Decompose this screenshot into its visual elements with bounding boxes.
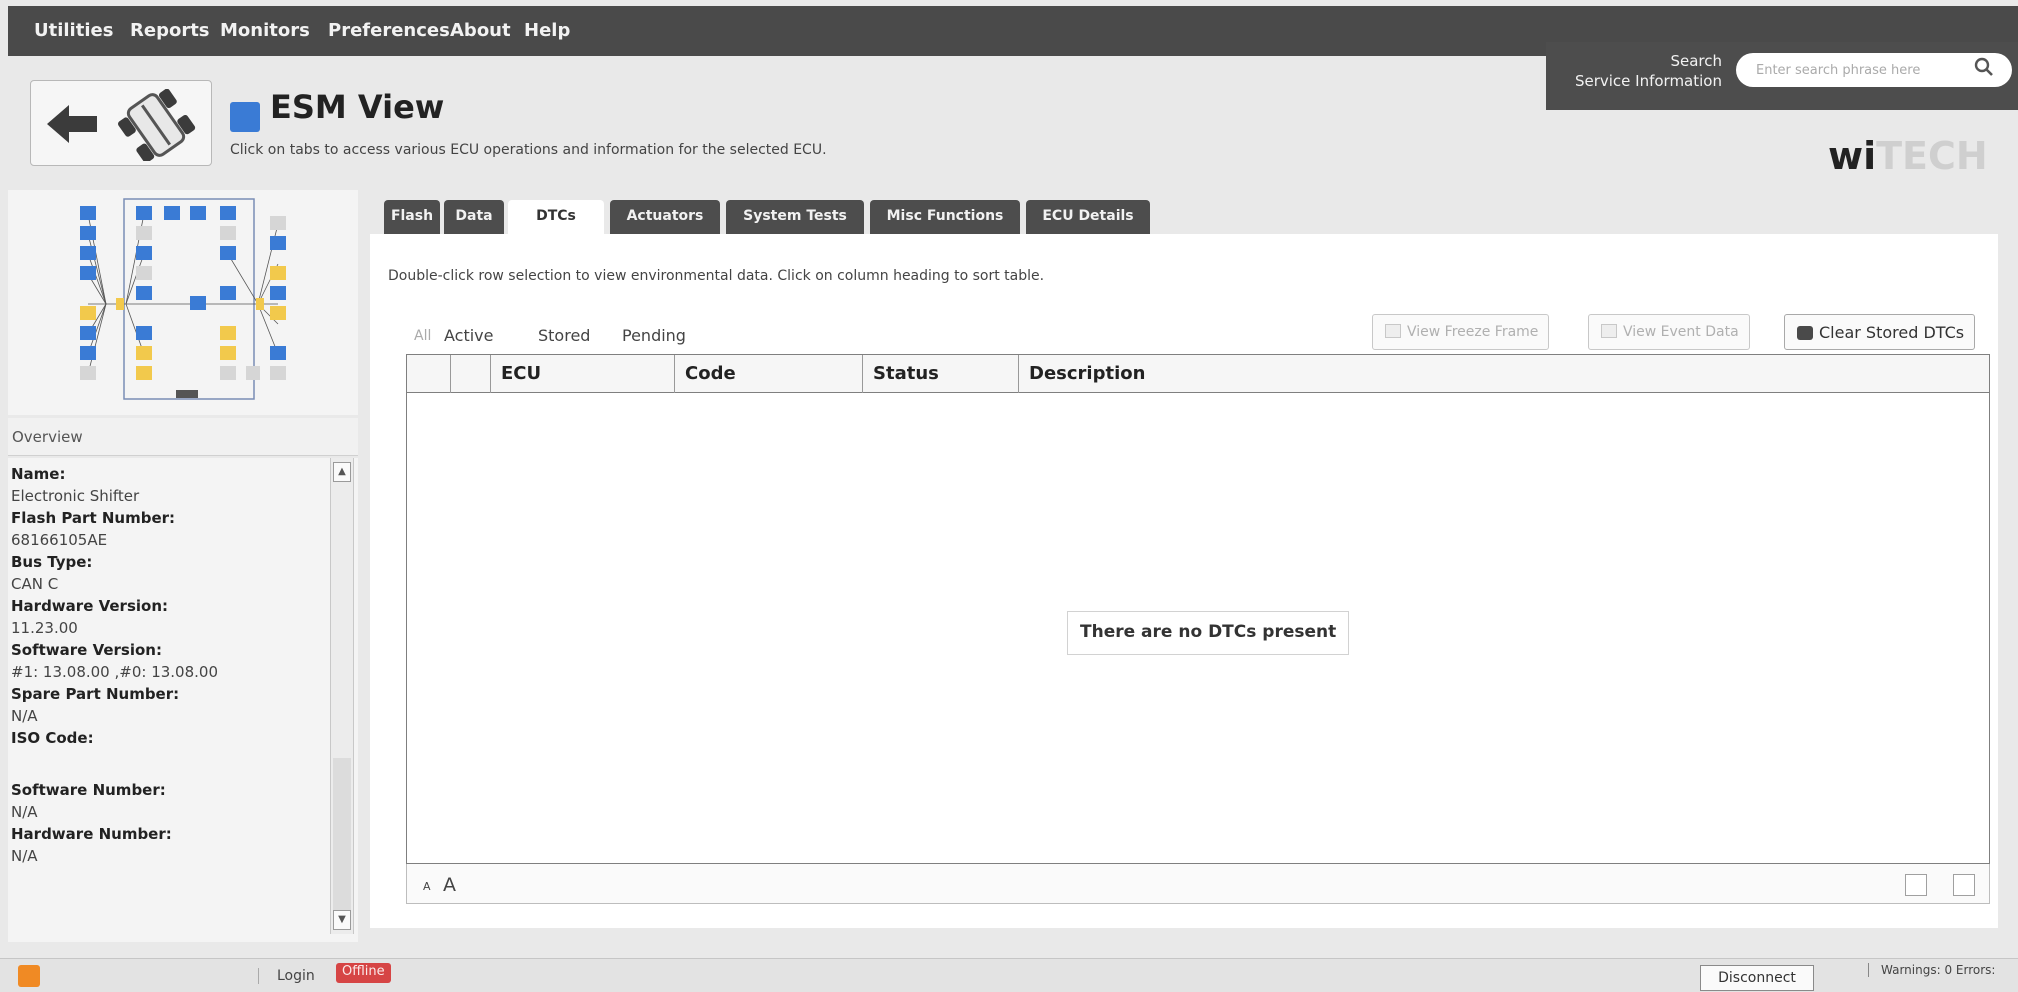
flash-part-number-value: 68166105AE [11,531,108,549]
hardware-version-value: 11.23.00 [11,619,78,637]
status-bar: Login Offline Disconnect Warnings: 0 Err… [0,958,2018,992]
tab-misc-functions[interactable]: Misc Functions [870,200,1020,234]
clear-stored-dtcs-label: Clear Stored DTCs [1819,323,1965,342]
vehicle-chassis-icon [111,88,201,165]
scroll-down-button[interactable]: ▼ [333,910,351,930]
software-version-label: Software Version: [11,641,162,659]
search-label: Search [1670,52,1722,70]
flash-part-number-label: Flash Part Number: [11,509,176,527]
software-number-value: N/A [11,803,38,821]
iso-code-label: ISO Code: [11,729,94,747]
flag-column[interactable] [451,355,491,393]
witech-logo: wiTECH [1828,134,1988,178]
column-status[interactable]: Status [863,355,1019,393]
tab-data[interactable]: Data [444,200,504,234]
filter-stored[interactable]: Stored [538,326,590,345]
hardware-number-label: Hardware Number: [11,825,172,843]
empty-table-message: There are no DTCs present [1067,611,1350,655]
search-input[interactable] [1736,53,2012,87]
tab-ecu-details[interactable]: ECU Details [1026,200,1150,234]
menu-reports[interactable]: Reports [130,20,210,41]
logo-text-tech: TECH [1876,134,1988,178]
column-code[interactable]: Code [675,355,863,393]
bus-type-label: Bus Type: [11,553,93,571]
page-title: ESM View [270,88,445,126]
bus-type-value: CAN C [11,575,59,593]
spare-part-number-label: Spare Part Number: [11,685,180,703]
info-panel-scrollbar[interactable]: ▲ ▼ [330,458,354,934]
clear-stored-dtcs-button[interactable]: Clear Stored DTCs [1784,314,1976,350]
page-subtitle: Click on tabs to access various ECU oper… [230,142,827,158]
hardware-version-label: Hardware Version: [11,597,168,615]
menu-help[interactable]: Help [524,20,570,41]
tab-actuators[interactable]: Actuators [610,200,720,234]
column-ecu[interactable]: ECU [491,355,675,393]
filter-all[interactable]: All [414,328,431,344]
column-description[interactable]: Description [1019,355,1989,393]
dtc-instructions: Double-click row selection to view envir… [388,268,1045,284]
offline-status-badge: Offline [336,963,391,983]
software-version-value: #1: 13.08.00 ,#0: 13.08.00 [11,663,218,681]
network-topology-diagram[interactable] [8,190,358,415]
tab-dtcs[interactable]: DTCs [508,200,604,236]
disconnect-button[interactable]: Disconnect [1700,965,1814,991]
tab-flash[interactable]: Flash [384,200,440,234]
filter-active[interactable]: Active [444,326,494,345]
freeze-frame-icon [1385,324,1401,338]
dtc-table-footer: A A [406,864,1990,904]
dtc-table[interactable]: ECU Code Status Description There are no… [406,354,1990,864]
warnings-errors-status: Warnings: 0 Errors: [1868,963,1995,977]
view-freeze-frame-button[interactable]: View Freeze Frame [1372,314,1550,350]
view-freeze-frame-label: View Freeze Frame [1407,324,1539,340]
scrollbar-thumb[interactable] [333,758,351,910]
select-column[interactable] [407,355,451,393]
view-event-data-button[interactable]: View Event Data [1588,314,1750,350]
service-info-search: Search Service Information [1546,42,2018,110]
scroll-up-button[interactable]: ▲ [333,462,351,482]
menu-monitors[interactable]: Monitors [220,20,310,41]
software-number-label: Software Number: [11,781,166,799]
filter-pending[interactable]: Pending [622,326,686,345]
tab-system-tests[interactable]: System Tests [726,200,864,234]
login-link[interactable]: Login [258,968,315,984]
dtc-table-header: ECU Code Status Description [407,355,1989,393]
name-label: Name: [11,465,66,483]
overview-tab[interactable]: Overview [8,418,358,456]
view-event-data-label: View Event Data [1623,324,1739,340]
spare-part-number-value: N/A [11,707,38,725]
print-icon[interactable] [1905,874,1927,896]
increase-font-button[interactable]: A [443,874,456,896]
search-icon[interactable] [1974,57,1994,81]
event-data-icon [1601,324,1617,338]
ecu-info-panel: Name: Electronic Shifter Flash Part Numb… [8,458,358,942]
search-label-sub: Service Information [1574,72,1722,90]
arrow-left-icon [47,103,99,149]
rss-icon[interactable] [18,965,40,987]
logo-text-wi: wi [1828,134,1877,178]
back-button[interactable] [30,80,212,166]
menu-utilities[interactable]: Utilities [34,20,113,41]
ecu-module-icon [230,102,260,132]
menu-preferences[interactable]: Preferences [328,20,450,41]
hardware-number-value: N/A [11,847,38,865]
menu-about[interactable]: About [450,20,511,41]
pdf-export-icon[interactable] [1953,874,1975,896]
name-value: Electronic Shifter [11,487,140,505]
decrease-font-button[interactable]: A [423,880,431,893]
clear-dtc-icon [1797,326,1813,340]
